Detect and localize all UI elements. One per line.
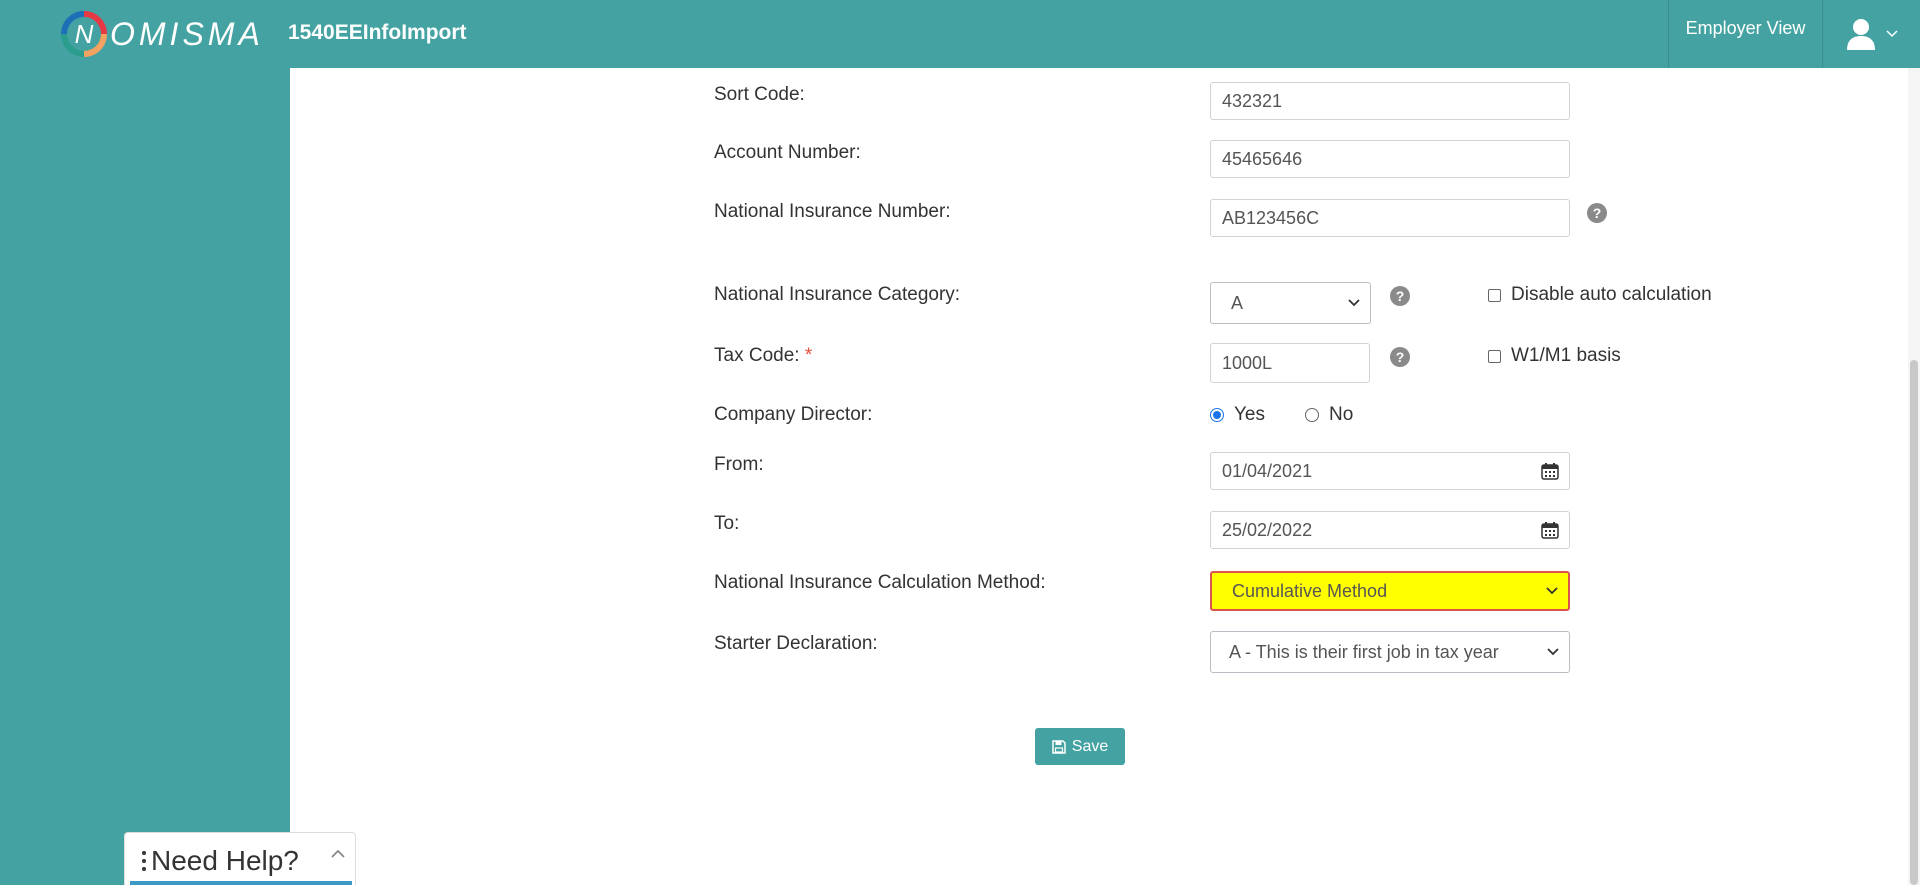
sort-code-input[interactable]: 432321 [1210, 82, 1570, 120]
ni-category-help-icon[interactable]: ? [1390, 286, 1410, 306]
app-title: 1540EEInfoImport [288, 21, 467, 44]
user-icon [1847, 19, 1875, 50]
director-no-label: No [1329, 404, 1354, 425]
top-navbar: N OMISMA 1540EEInfoImport Employer View [0, 0, 1920, 68]
chevron-down-icon [1547, 648, 1559, 656]
from-date-input[interactable]: 01/04/2021 [1210, 452, 1570, 490]
tax-code-input[interactable]: 1000L [1210, 343, 1370, 383]
save-button[interactable]: Save [1035, 728, 1125, 765]
account-number-input[interactable]: 45465646 [1210, 140, 1570, 178]
ni-number-label: National Insurance Number: [714, 201, 951, 222]
director-no-option[interactable]: No [1305, 404, 1353, 426]
tax-code-value: 1000L [1222, 352, 1273, 373]
floppy-disk-icon [1052, 739, 1066, 754]
disable-auto-calc-label: Disable auto calculation [1511, 284, 1712, 305]
sort-code-label: Sort Code: [714, 84, 805, 105]
tax-code-label-text: Tax Code: [714, 345, 800, 366]
scrollbar-thumb[interactable] [1910, 360, 1918, 885]
need-help-title: Need Help? [151, 845, 299, 876]
starter-declaration-value: A - This is their first job in tax year [1229, 641, 1499, 662]
nomisma-logo[interactable]: N OMISMA [60, 10, 264, 58]
from-date-value: 01/04/2021 [1222, 460, 1313, 481]
calendar-icon[interactable] [1541, 521, 1559, 539]
from-label: From: [714, 454, 764, 475]
chevron-down-icon [1546, 587, 1558, 595]
logo-letter: N [75, 19, 94, 49]
ni-number-input[interactable]: AB123456C [1210, 199, 1570, 237]
director-yes-label: Yes [1234, 404, 1265, 425]
w1m1-basis-checkbox[interactable] [1488, 349, 1501, 363]
account-number-value: 45465646 [1222, 148, 1303, 169]
ni-calc-method-value: Cumulative Method [1232, 580, 1388, 601]
ni-category-label: National Insurance Category: [714, 284, 961, 305]
ni-category-select[interactable]: A [1210, 282, 1371, 324]
logo-wordmark: OMISMA [110, 15, 264, 52]
logo-ring-icon: N [60, 10, 108, 58]
to-date-value: 25/02/2022 [1222, 519, 1313, 540]
ni-calc-method-select[interactable]: Cumulative Method [1210, 571, 1570, 611]
need-help-title-row: Need Help? [141, 845, 299, 877]
ni-calc-method-label: National Insurance Calculation Method: [714, 572, 1046, 593]
ni-number-value: AB123456C [1222, 207, 1320, 228]
save-button-label: Save [1071, 737, 1109, 755]
disable-auto-calc-checkbox[interactable] [1488, 288, 1501, 302]
chevron-down-icon [1886, 30, 1898, 38]
drag-handle-icon[interactable] [141, 850, 147, 872]
chevron-down-icon [1348, 299, 1360, 307]
w1m1-basis-label: W1/M1 basis [1511, 345, 1621, 366]
disable-auto-calc-option[interactable]: Disable auto calculation [1488, 284, 1712, 306]
ni-number-help-icon[interactable]: ? [1587, 203, 1607, 223]
company-director-label: Company Director: [714, 404, 873, 425]
director-yes-radio[interactable] [1210, 408, 1224, 422]
user-menu-button[interactable] [1822, 0, 1920, 68]
to-date-input[interactable]: 25/02/2022 [1210, 511, 1570, 549]
w1m1-basis-option[interactable]: W1/M1 basis [1488, 345, 1621, 367]
ni-category-value: A [1231, 292, 1244, 313]
director-no-radio[interactable] [1305, 408, 1319, 422]
help-widget-accent-bar [130, 881, 352, 885]
to-label: To: [714, 513, 740, 534]
director-yes-option[interactable]: Yes [1210, 404, 1265, 426]
account-number-label: Account Number: [714, 142, 861, 163]
tax-code-help-icon[interactable]: ? [1390, 347, 1410, 367]
tax-code-label: Tax Code: * [714, 345, 812, 367]
starter-declaration-label: Starter Declaration: [714, 633, 878, 654]
chevron-up-icon[interactable] [331, 849, 345, 859]
need-help-widget[interactable]: Need Help? [124, 832, 356, 885]
starter-declaration-select[interactable]: A - This is their first job in tax year [1210, 631, 1570, 673]
employer-view-link[interactable]: Employer View [1668, 0, 1822, 68]
sort-code-value: 432321 [1222, 90, 1283, 111]
required-asterisk: * [804, 345, 813, 366]
calendar-icon[interactable] [1541, 462, 1559, 480]
